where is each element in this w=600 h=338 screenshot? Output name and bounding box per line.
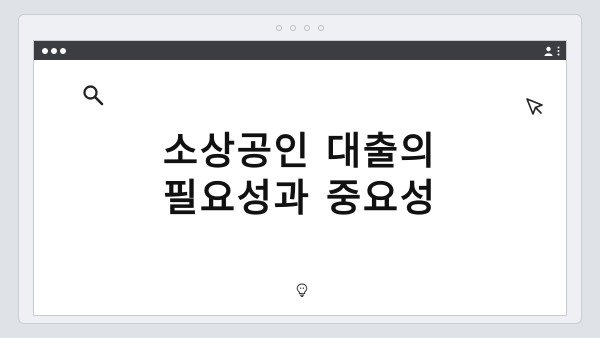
maximize-dot[interactable] bbox=[60, 47, 66, 54]
minimize-dot[interactable] bbox=[51, 47, 57, 54]
frame-dot bbox=[318, 25, 324, 31]
window-controls bbox=[42, 47, 66, 54]
frame-dot bbox=[290, 25, 296, 31]
browser-window: 소상공인 대출의 필요성과 중요성 bbox=[33, 40, 567, 316]
lightbulb-icon bbox=[296, 282, 308, 301]
close-dot[interactable] bbox=[42, 47, 48, 54]
window-titlebar bbox=[34, 41, 566, 60]
slide-title-line2: 필요성과 중요성 bbox=[163, 176, 437, 220]
cursor-icon bbox=[525, 97, 545, 121]
slide-title-line1: 소상공인 대출의 bbox=[163, 129, 437, 173]
profile-icon[interactable] bbox=[544, 46, 553, 56]
frame-dots bbox=[19, 25, 581, 31]
frame-dot bbox=[276, 25, 282, 31]
search-icon bbox=[82, 84, 104, 110]
titlebar-actions bbox=[544, 46, 560, 56]
frame-dot bbox=[304, 25, 310, 31]
kebab-menu-icon[interactable] bbox=[557, 46, 560, 56]
slide-title: 소상공인 대출의 필요성과 중요성 bbox=[34, 128, 566, 222]
